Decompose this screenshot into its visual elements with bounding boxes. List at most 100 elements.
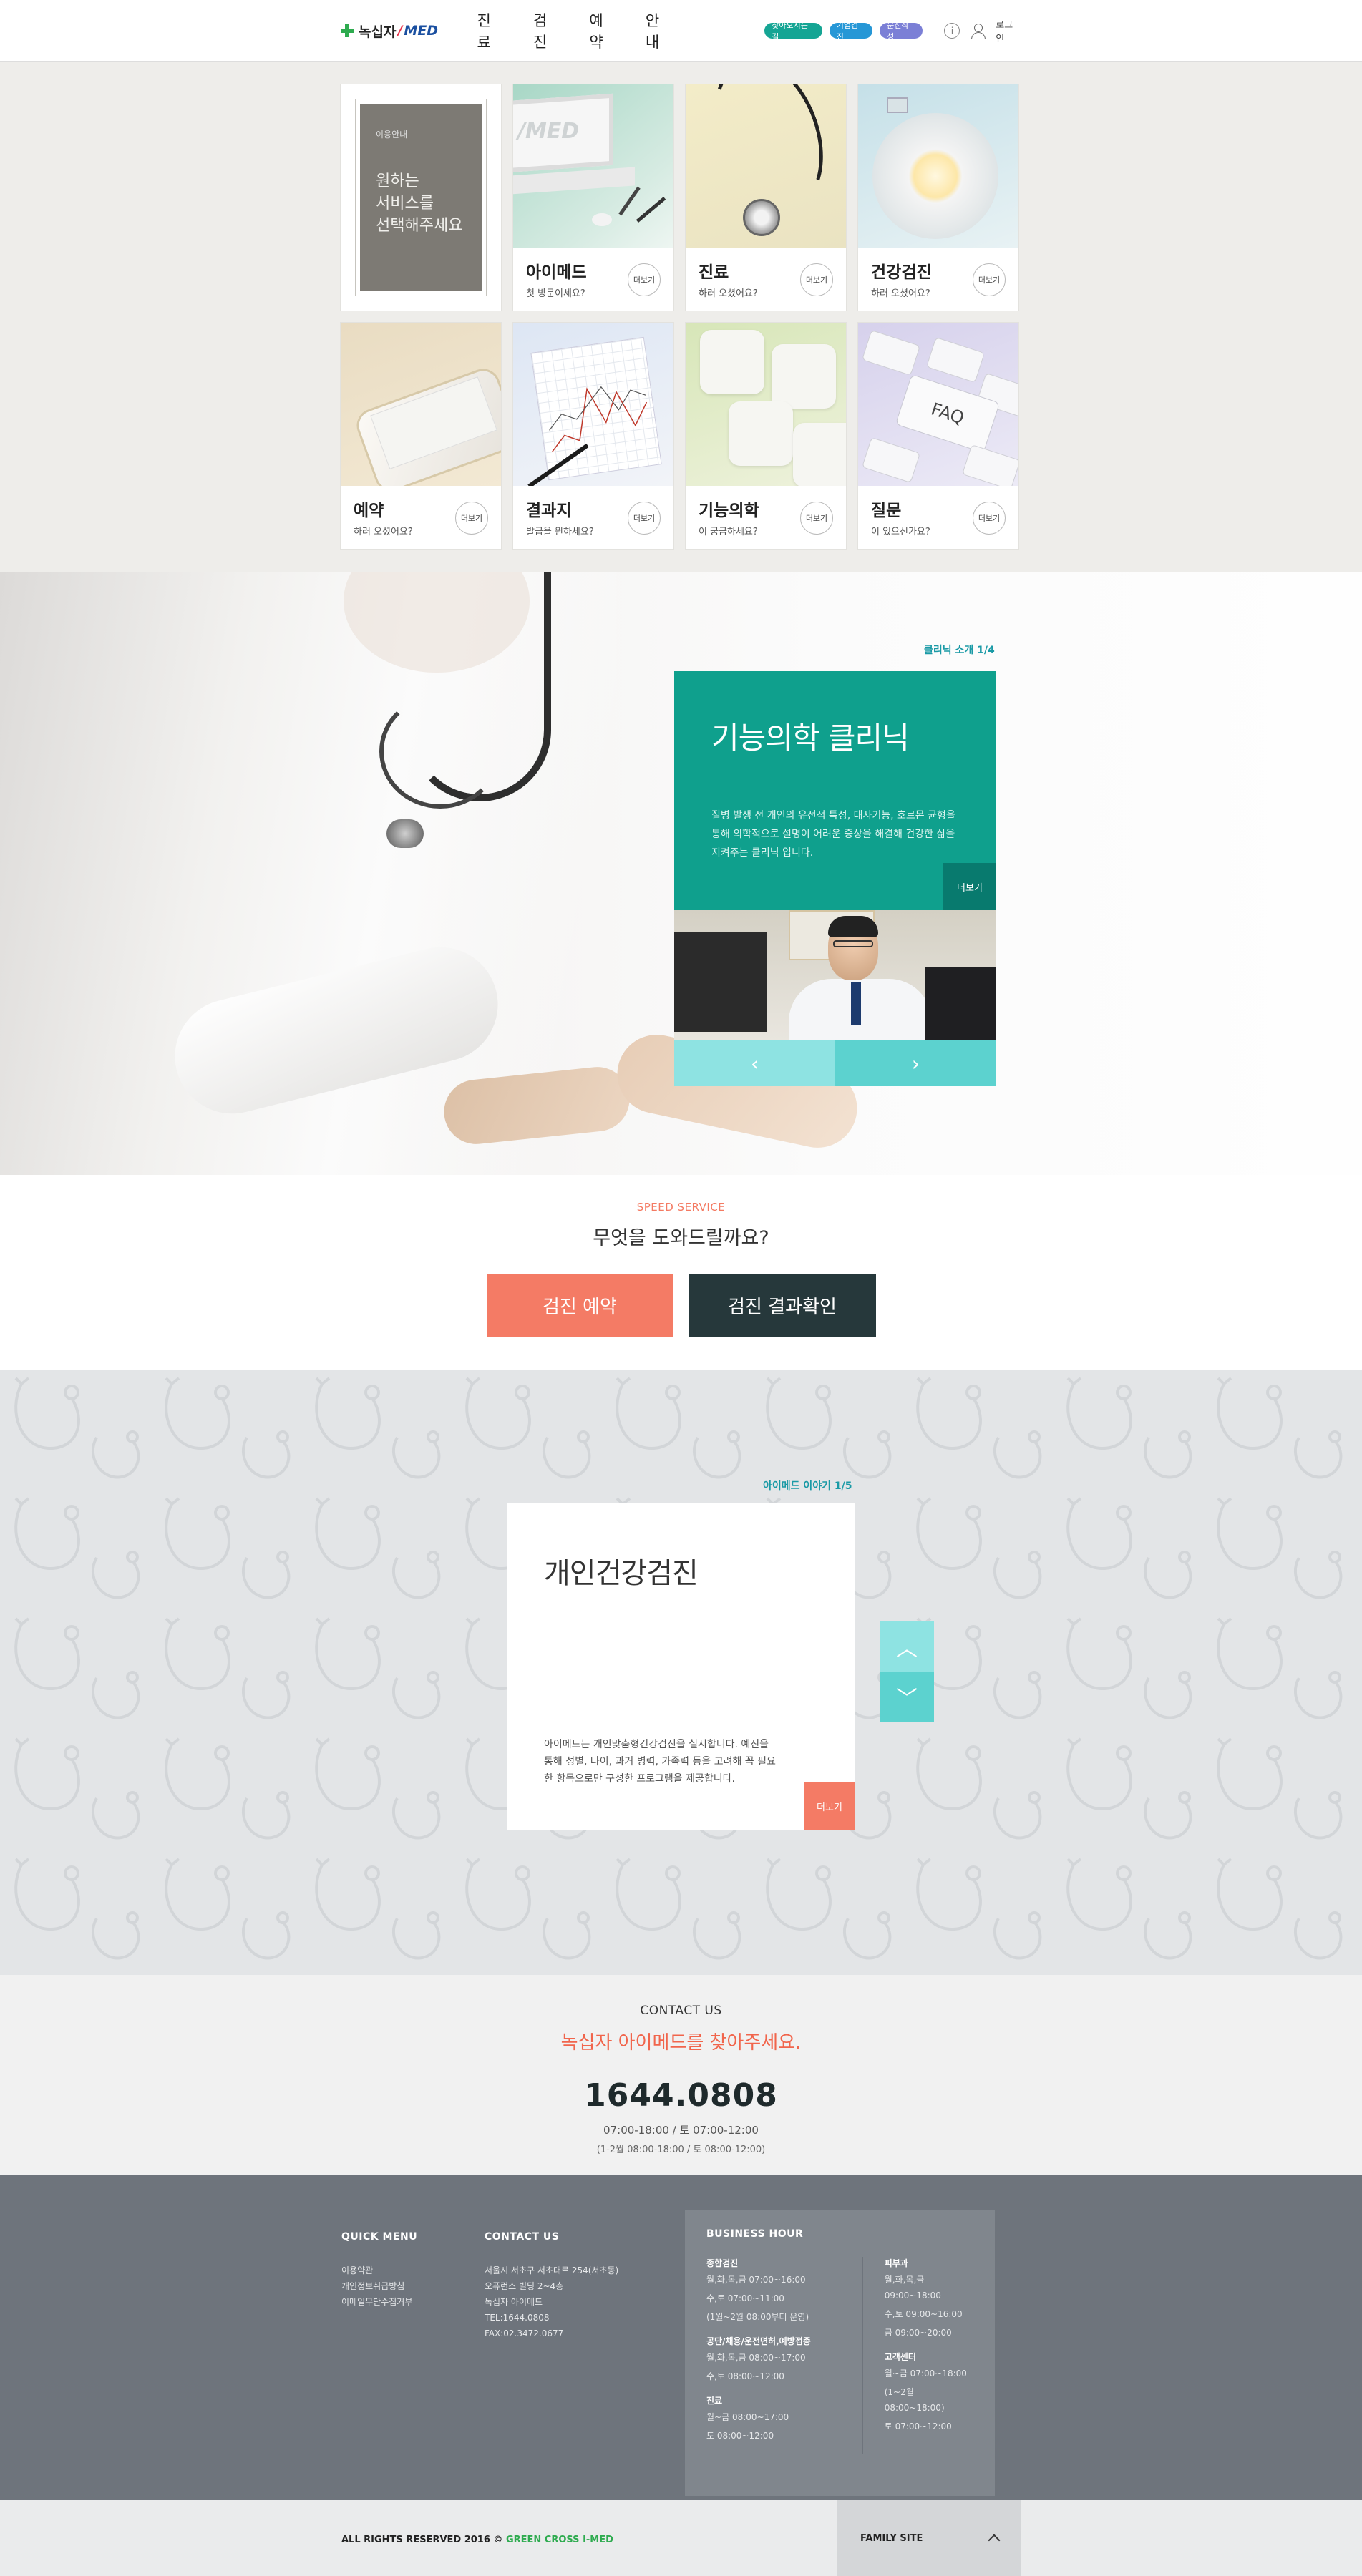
card-text: 진료 하러 오셨어요? 더보기 bbox=[686, 248, 846, 311]
card-text: 결과지 발급을 원하세요? 더보기 bbox=[513, 486, 673, 549]
site-header: 녹십자 / MED 진료 검진 예약 안내 찾아오시는길 기업검진 문진작성 i… bbox=[0, 0, 1362, 62]
pill-directions[interactable]: 찾아오시는길 bbox=[764, 21, 822, 42]
doctor-tie bbox=[851, 982, 861, 1025]
speed-label: SPEED SERVICE bbox=[636, 1201, 726, 1214]
footer-contact-title: CONTACT US bbox=[485, 2231, 560, 2243]
footer-link-terms[interactable]: 이용약관 bbox=[341, 2263, 417, 2278]
mri-panel bbox=[887, 97, 908, 113]
contact-label: CONTACT US bbox=[640, 2004, 722, 2018]
hours-group: 고객센터 월~금 07:00~18:00 (1~2월 08:00~18:00) … bbox=[885, 2351, 973, 2434]
story-more-button[interactable]: 더보기 bbox=[804, 1782, 855, 1830]
laptop-brand: /MED bbox=[517, 119, 580, 144]
pill-corporate-checkup[interactable]: 기업검진 bbox=[829, 21, 873, 42]
footer-contact-list: 서울시 서초구 서초대로 254(서초동) 오퓨런스 빌딩 2~4층 녹십자 아… bbox=[485, 2263, 618, 2341]
puzzle-image bbox=[686, 323, 846, 486]
monitor-shape bbox=[674, 932, 767, 1032]
more-button[interactable]: 더보기 bbox=[973, 502, 1006, 535]
intro-card: 이용안내 원하는 서비스를 선택해주세요 bbox=[340, 84, 502, 311]
checkup-reservation-button[interactable]: 검진 예약 bbox=[486, 1274, 673, 1337]
nav-item-reservation[interactable]: 예약 bbox=[589, 9, 616, 52]
chevron-up-icon bbox=[988, 2534, 1001, 2547]
mri-ring bbox=[872, 113, 998, 239]
hours-group-title: 종합검진 bbox=[706, 2258, 739, 2268]
login-link[interactable]: 로그인 bbox=[996, 17, 1021, 44]
footer-contact-line: TEL:1644.0808 bbox=[485, 2313, 550, 2323]
footer-link-privacy[interactable]: 개인정보취급방침 bbox=[341, 2278, 417, 2294]
hours-line: (1~2월 08:00~18:00) bbox=[884, 2387, 945, 2413]
up-arrow-icon[interactable]: ︿ bbox=[880, 1621, 934, 1672]
hours-line: 수,토 08:00~12:00 bbox=[706, 2371, 784, 2381]
hours-line: 금 09:00~20:00 bbox=[884, 2328, 952, 2338]
service-card-functional-medicine[interactable]: 기능의학 이 궁금하세요? 더보기 bbox=[685, 322, 847, 550]
footer-contact-line: 오퓨런스 빌딩 2~4층 bbox=[485, 2281, 564, 2291]
more-button[interactable]: 더보기 bbox=[455, 502, 488, 535]
speed-buttons: 검진 예약 검진 결과확인 bbox=[0, 1274, 1362, 1337]
intro-frame: 이용안내 원하는 서비스를 선택해주세요 bbox=[355, 99, 487, 296]
clinic-more-button[interactable]: 더보기 bbox=[943, 863, 996, 910]
puzzle-piece bbox=[772, 344, 836, 409]
intro-line: 원하는 bbox=[376, 172, 419, 190]
business-hours-box: BUSINESS HOUR 종합검진 월,화,목,금 07:00~16:00 수… bbox=[685, 2210, 995, 2496]
more-button[interactable]: 더보기 bbox=[973, 263, 1006, 296]
service-card-faq[interactable]: FAQ 질문 이 있으신가요? 더보기 bbox=[857, 322, 1019, 550]
nav-item-guide[interactable]: 안내 bbox=[646, 9, 673, 52]
contact-phone[interactable]: 1644.0808 bbox=[0, 2077, 1362, 2114]
clinic-title: 기능의학 클리닉 bbox=[711, 721, 910, 756]
copyright: ALL RIGHTS RESERVED 2016 © GREEN CROSS I… bbox=[341, 2534, 613, 2545]
hours-group: 공단/채용/운전면허,예방접종 월,화,목,금 08:00~17:00 수,토 … bbox=[706, 2335, 862, 2384]
mri-image bbox=[858, 84, 1018, 248]
pen-shape bbox=[618, 186, 641, 216]
contact-section: CONTACT US 녹십자 아이메드를 찾아주세요. 1644.0808 07… bbox=[0, 1975, 1362, 2175]
footer-bottom-bar: ALL RIGHTS RESERVED 2016 © GREEN CROSS I… bbox=[0, 2500, 1362, 2576]
nav-item-checkup[interactable]: 검진 bbox=[533, 9, 560, 52]
speed-service-section: SPEED SERVICE 무엇을 도와드릴까요? 검진 예약 검진 결과확인 bbox=[0, 1175, 1362, 1370]
service-card-treatment[interactable]: 진료 하러 오셨어요? 더보기 bbox=[685, 84, 847, 311]
card-text: 아이메드 첫 방문이세요? 더보기 bbox=[513, 248, 673, 311]
contact-slogan: 녹십자 아이메드를 찾아주세요. bbox=[560, 2032, 802, 2054]
info-icon[interactable]: i bbox=[944, 23, 960, 39]
nav-item-treatment[interactable]: 진료 bbox=[477, 9, 504, 52]
more-button[interactable]: 더보기 bbox=[628, 502, 661, 535]
service-card-imed[interactable]: /MED 아이메드 첫 방문이세요? 더보기 bbox=[512, 84, 674, 311]
footer-link-email-policy[interactable]: 이메일무단수집거부 bbox=[341, 2294, 417, 2310]
phone-image bbox=[341, 323, 501, 486]
intro-line: 선택해주세요 bbox=[376, 217, 463, 235]
next-arrow-icon[interactable]: › bbox=[835, 1040, 996, 1086]
puzzle-piece bbox=[729, 401, 793, 466]
quick-pills: 찾아오시는길 기업검진 문진작성 bbox=[764, 21, 923, 42]
checkup-result-button[interactable]: 검진 결과확인 bbox=[689, 1274, 876, 1337]
logo[interactable]: 녹십자 / MED bbox=[340, 21, 477, 41]
family-site-dropdown[interactable]: FAMILY SITE bbox=[837, 2500, 1021, 2576]
pen-shape bbox=[636, 197, 666, 223]
story-box: 개인건강검진 아이메드는 개인맞춤형건강검진을 실시합니다. 예진을 통해 성별… bbox=[507, 1503, 855, 1830]
down-arrow-icon[interactable]: ﹀ bbox=[880, 1672, 934, 1722]
service-card-reservation[interactable]: 예약 하러 오셨어요? 더보기 bbox=[340, 322, 502, 550]
footer-quick-menu: QUICK MENU 이용약관 개인정보취급방침 이메일무단수집거부 bbox=[341, 2231, 417, 2310]
more-button[interactable]: 더보기 bbox=[800, 502, 833, 535]
story-description: 아이메드는 개인맞춤형건강검진을 실시합니다. 예진을 통해 성별, 나이, 과… bbox=[544, 1739, 776, 1785]
service-card-checkup[interactable]: 건강검진 하러 오셨어요? 더보기 bbox=[857, 84, 1019, 311]
hours-line: 토 07:00~12:00 bbox=[884, 2421, 952, 2431]
family-site-label: FAMILY SITE bbox=[860, 2532, 923, 2544]
copyright-text: ALL RIGHTS RESERVED 2016 © bbox=[341, 2534, 506, 2545]
business-hours-title: BUSINESS HOUR bbox=[706, 2228, 804, 2240]
stethoscope-tube bbox=[379, 694, 501, 809]
user-icon[interactable] bbox=[970, 22, 986, 39]
main-nav: 진료 검진 예약 안내 bbox=[477, 9, 673, 52]
stethoscope-image bbox=[686, 84, 846, 248]
story-title: 개인건강검진 bbox=[544, 1557, 699, 1590]
card-text: 예약 하러 오셨어요? 더보기 bbox=[341, 486, 501, 549]
prev-arrow-icon[interactable]: ‹ bbox=[674, 1040, 835, 1086]
contact-hours-winter: (1-2월 08:00-18:00 / 토 08:00-12:00) bbox=[596, 2145, 766, 2155]
more-button[interactable]: 더보기 bbox=[800, 263, 833, 296]
hours-line: 월,화,목,금 09:00~18:00 bbox=[884, 2275, 941, 2301]
more-button[interactable]: 더보기 bbox=[628, 263, 661, 296]
mouse-shape bbox=[592, 213, 612, 226]
clinic-counter: 클리닉 소개 1/4 bbox=[924, 645, 995, 656]
hours-line: 월~금 08:00~17:00 bbox=[706, 2412, 789, 2422]
pill-questionnaire[interactable]: 문진작성 bbox=[880, 21, 923, 42]
hours-line: 수,토 07:00~11:00 bbox=[706, 2293, 784, 2303]
key-shape bbox=[961, 444, 1018, 486]
header-utilities: i 로그인 bbox=[944, 17, 1021, 44]
service-card-results[interactable]: 결과지 발급을 원하세요? 더보기 bbox=[512, 322, 674, 550]
